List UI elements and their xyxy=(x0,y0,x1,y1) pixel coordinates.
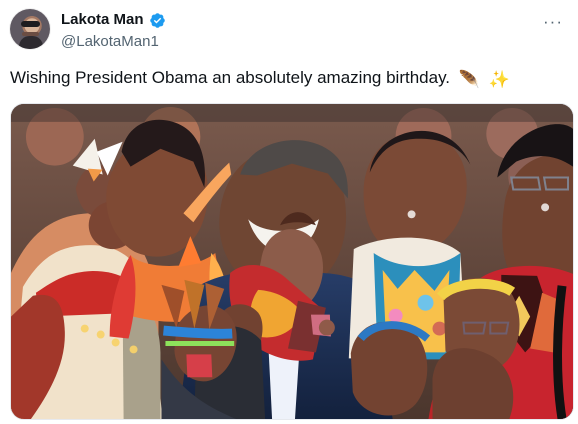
author-info: Lakota Man @LakotaMan1 xyxy=(61,10,361,52)
tweet-card[interactable]: Lakota Man @LakotaMan1 ··· Wishing Presi… xyxy=(0,0,578,424)
tweet-body: Wishing President Obama an absolutely am… xyxy=(10,68,451,87)
author-avatar[interactable] xyxy=(10,9,50,49)
verified-icon xyxy=(149,12,166,29)
author-display-name[interactable]: Lakota Man xyxy=(61,10,144,30)
tweet-photo[interactable] xyxy=(10,103,574,420)
more-options-icon: ··· xyxy=(543,11,563,31)
feather-emoji-icon: 🪶 xyxy=(458,70,480,89)
display-name-row: Lakota Man xyxy=(61,10,361,30)
sparkles-emoji-icon: ✨ xyxy=(488,70,510,89)
author-handle[interactable]: @LakotaMan1 xyxy=(61,32,361,52)
group-photo-image xyxy=(11,104,573,419)
tweet-text: Wishing President Obama an absolutely am… xyxy=(10,66,570,92)
more-options-button[interactable]: ··· xyxy=(539,7,567,35)
